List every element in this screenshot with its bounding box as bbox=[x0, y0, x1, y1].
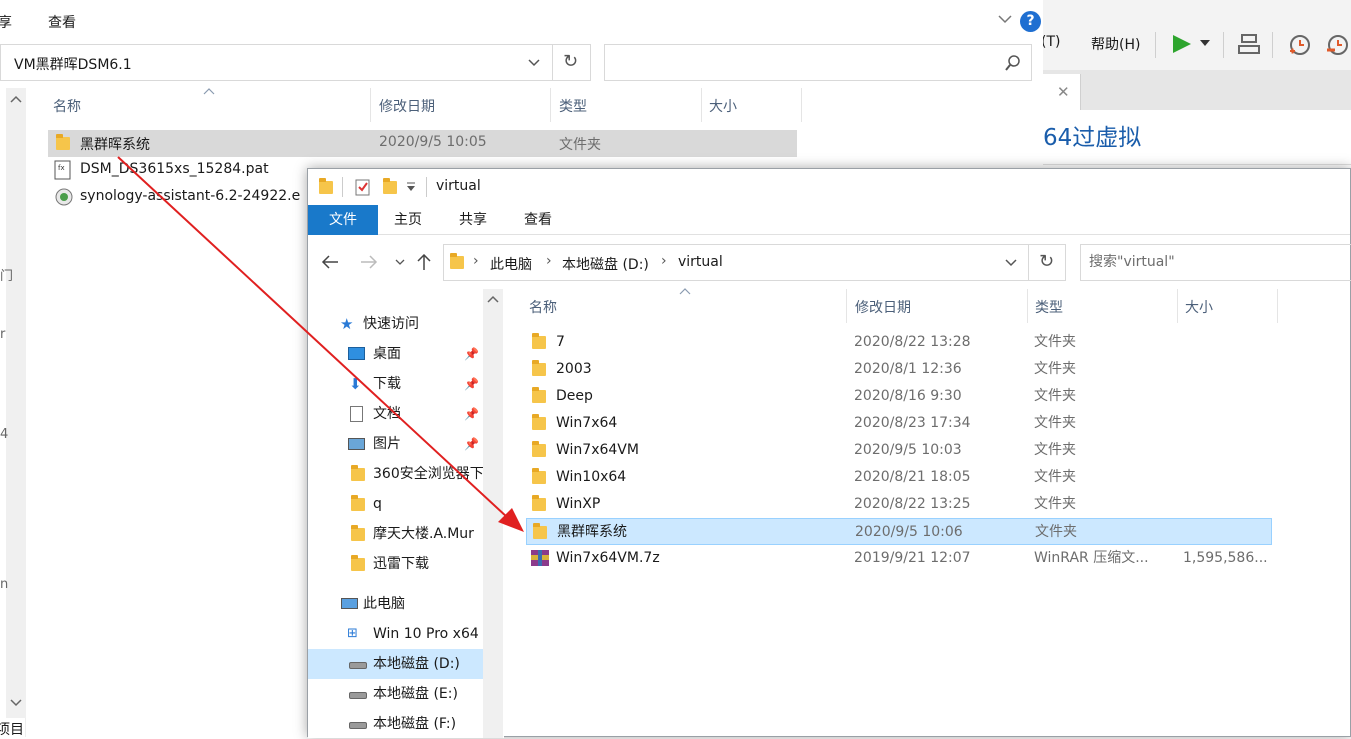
arrow-line bbox=[117, 156, 509, 519]
drag-annotation-arrow bbox=[117, 156, 524, 532]
